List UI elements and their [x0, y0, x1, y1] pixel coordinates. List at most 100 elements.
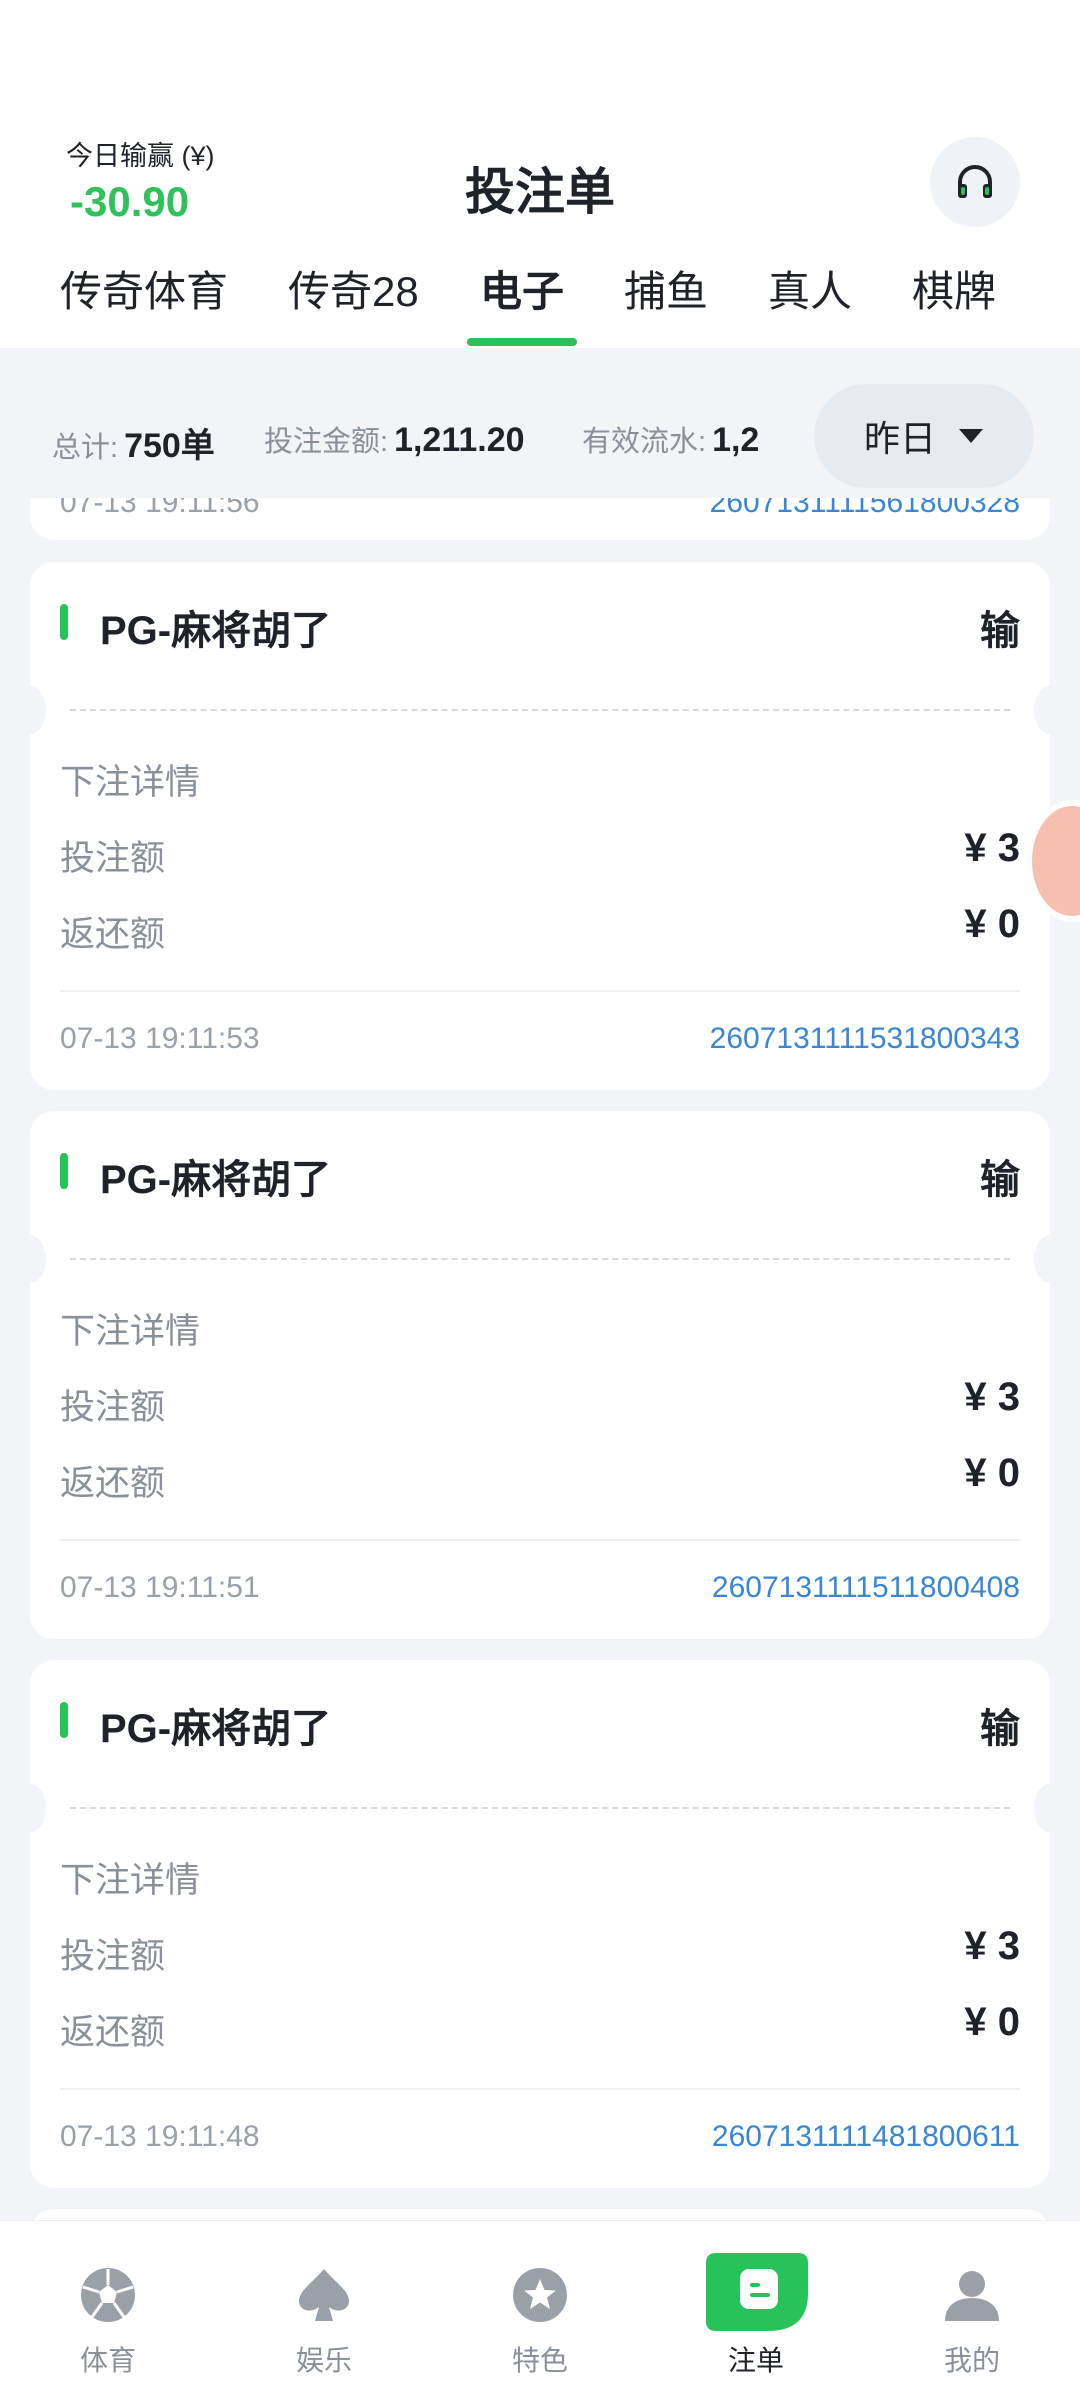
return-amount-label: 返还额 [60, 2013, 166, 2052]
ticket-notch-left [30, 1784, 46, 1832]
summary-amount: 投注金额: 1,211.20 [264, 418, 525, 460]
bet-amount-label: 投注额 [60, 1937, 166, 1976]
game-name: PG-麻将胡了 [100, 609, 332, 653]
page-title: 投注单 [465, 164, 615, 220]
nav-bets[interactable]: 注单 [648, 2221, 864, 2389]
active-tab-indicator [467, 338, 577, 346]
divider [60, 990, 1020, 992]
bet-time: 07-13 19:11:56 [60, 498, 260, 519]
return-amount-value: ¥ 0 [964, 2000, 1020, 2044]
bet-amount-value: ¥ 3 [964, 1924, 1020, 1968]
order-number[interactable]: 2607131111511800408 [712, 1571, 1020, 1605]
bet-list[interactable]: 07-13 19:11:56 2607131111561800328 PG-麻将… [0, 498, 1080, 2220]
bet-time: 07-13 19:11:48 [60, 2120, 260, 2153]
bet-details-title: 下注详情 [60, 1312, 201, 1351]
card-header: PG-麻将胡了 输 [30, 562, 1050, 684]
nav-label: 娱乐 [295, 2345, 352, 2376]
nav-entertainment[interactable]: 娱乐 [216, 2221, 432, 2389]
bet-card[interactable]: PG-麻将胡了 输 下注详情 投注额 ¥ 3 返还额 ¥ 0 07-13 19:… [30, 1660, 1050, 2188]
return-amount-label: 返还额 [60, 1464, 166, 1503]
tab-sports[interactable]: 传奇体育 [60, 258, 228, 319]
valid-label: 有效流水: [582, 426, 707, 458]
game-name: PG-麻将胡了 [100, 1707, 332, 1751]
order-number[interactable]: 2607131111481800611 [712, 2120, 1020, 2154]
bet-card[interactable]: PG-麻将胡了 输 下注详情 投注额 ¥ 3 返还额 ¥ 0 07-13 19:… [30, 1111, 1050, 1639]
amount-value: 1,211.20 [394, 421, 525, 459]
nav-sports[interactable]: 体育 [0, 2221, 216, 2389]
ticket-notch-left [30, 1235, 46, 1283]
summary-valid: 有效流水: 1,2 [582, 418, 759, 460]
bet-amount-value: ¥ 3 [964, 1375, 1020, 1419]
spade-icon [299, 2269, 349, 2321]
date-filter-label: 昨日 [863, 418, 936, 459]
bet-card-partial[interactable] [30, 2209, 1050, 2220]
return-amount-row: 返还额 ¥ 0 [60, 1451, 1020, 1505]
accent-bar [60, 1153, 68, 1189]
tab-28[interactable]: 传奇28 [288, 258, 419, 319]
bet-details-title: 下注详情 [60, 763, 201, 802]
game-name: PG-麻将胡了 [100, 1158, 332, 1202]
tab-live[interactable]: 真人 [768, 258, 852, 319]
user-icon [945, 2271, 999, 2321]
summary-bar: 总计: 750单 投注金额: 1,211.20 有效流水: 1,2 昨日 [0, 348, 1080, 498]
card-header: PG-麻将胡了 输 [30, 1660, 1050, 1782]
ticket-notch-right [1034, 686, 1050, 734]
nav-label: 体育 [79, 2345, 136, 2376]
order-number[interactable]: 2607131111561800328 [710, 498, 1020, 520]
dashed-divider [70, 1807, 1010, 1809]
summary-total: 总计: 750单 [52, 418, 215, 467]
total-label: 总计: [52, 432, 119, 464]
bet-amount-row: 投注额 ¥ 3 [60, 1375, 1020, 1429]
divider [60, 1539, 1020, 1541]
amount-label: 投注金额: [264, 426, 389, 458]
tab-fishing[interactable]: 捕鱼 [624, 258, 708, 319]
category-tabs: 传奇体育 传奇28 电子 捕鱼 真人 棋牌 [0, 258, 1080, 348]
valid-value: 1,2 [712, 421, 760, 459]
return-amount-row: 返还额 ¥ 0 [60, 2000, 1020, 2054]
ticket-notch-left [30, 686, 46, 734]
bet-result: 输 [980, 1158, 1020, 1202]
bet-amount-value: ¥ 3 [964, 826, 1020, 870]
bet-time: 07-13 19:11:53 [60, 1022, 260, 1055]
tab-electronic[interactable]: 电子 [480, 258, 564, 319]
date-filter-dropdown[interactable]: 昨日 [814, 384, 1034, 488]
accent-bar [60, 604, 68, 640]
bet-details-title: 下注详情 [60, 1861, 201, 1900]
soccer-ball-icon [81, 2268, 135, 2322]
dashed-divider [70, 709, 1010, 711]
bet-slip-icon [706, 2253, 808, 2331]
bet-card[interactable]: PG-麻将胡了 输 下注详情 投注额 ¥ 3 返还额 ¥ 0 07-13 19:… [30, 562, 1050, 1090]
ticket-notch-right [1034, 1235, 1050, 1283]
nav-featured[interactable]: 特色 [432, 2221, 648, 2389]
bet-result: 输 [980, 609, 1020, 653]
return-amount-label: 返还额 [60, 915, 166, 954]
return-amount-value: ¥ 0 [964, 902, 1020, 946]
bet-time: 07-13 19:11:51 [60, 1571, 260, 1604]
nav-label: 注单 [727, 2345, 784, 2376]
bet-amount-label: 投注额 [60, 839, 166, 878]
ticket-notch-right [1034, 1784, 1050, 1832]
star-badge-icon [513, 2268, 567, 2322]
dashed-divider [70, 1258, 1010, 1260]
headset-icon [958, 165, 992, 198]
customer-support-button[interactable] [930, 137, 1020, 227]
nav-label: 特色 [511, 2345, 568, 2376]
accent-bar [60, 1702, 68, 1738]
bet-amount-row: 投注额 ¥ 3 [60, 826, 1020, 880]
bet-amount-label: 投注额 [60, 1388, 166, 1427]
tab-chess[interactable]: 棋牌 [912, 258, 996, 319]
card-header: PG-麻将胡了 输 [30, 1111, 1050, 1233]
caret-down-icon [959, 429, 983, 443]
nav-label: 我的 [943, 2345, 1000, 2376]
nav-profile[interactable]: 我的 [864, 2221, 1080, 2389]
total-value: 750单 [124, 427, 215, 465]
bottom-navigation: 体育 娱乐 特色 注单 我的 [0, 2220, 1080, 2389]
bet-amount-row: 投注额 ¥ 3 [60, 1924, 1020, 1978]
return-amount-row: 返还额 ¥ 0 [60, 902, 1020, 956]
header: 今日输赢 (¥) -30.90 投注单 传奇体育 传奇28 电子 捕鱼 真人 棋… [0, 0, 1080, 348]
return-amount-value: ¥ 0 [964, 1451, 1020, 1495]
order-number[interactable]: 2607131111531800343 [710, 1022, 1020, 1056]
divider [60, 2088, 1020, 2090]
bet-result: 输 [980, 1707, 1020, 1751]
bet-card-partial[interactable]: 07-13 19:11:56 2607131111561800328 [30, 498, 1050, 540]
